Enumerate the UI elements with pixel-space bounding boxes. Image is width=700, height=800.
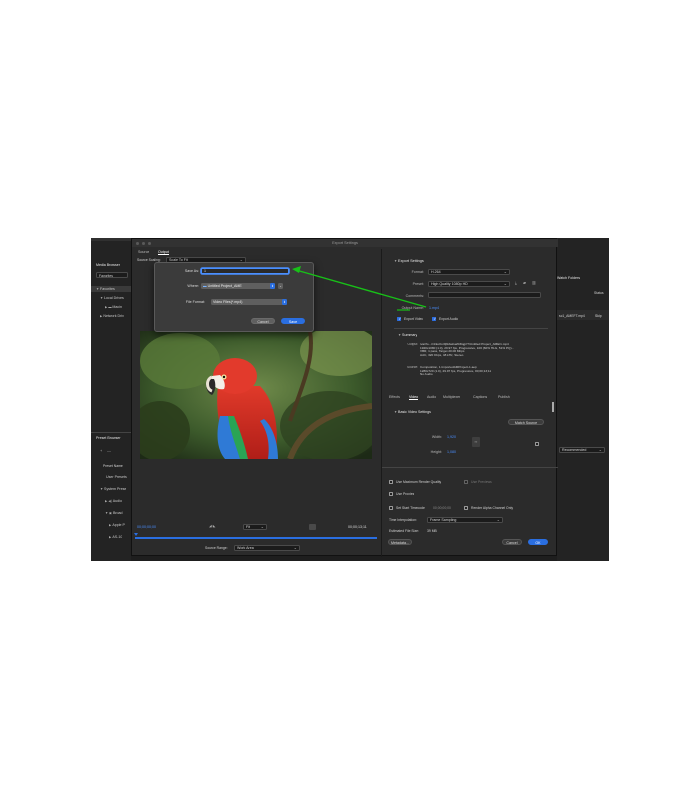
annotation-arrow [292, 266, 427, 311]
